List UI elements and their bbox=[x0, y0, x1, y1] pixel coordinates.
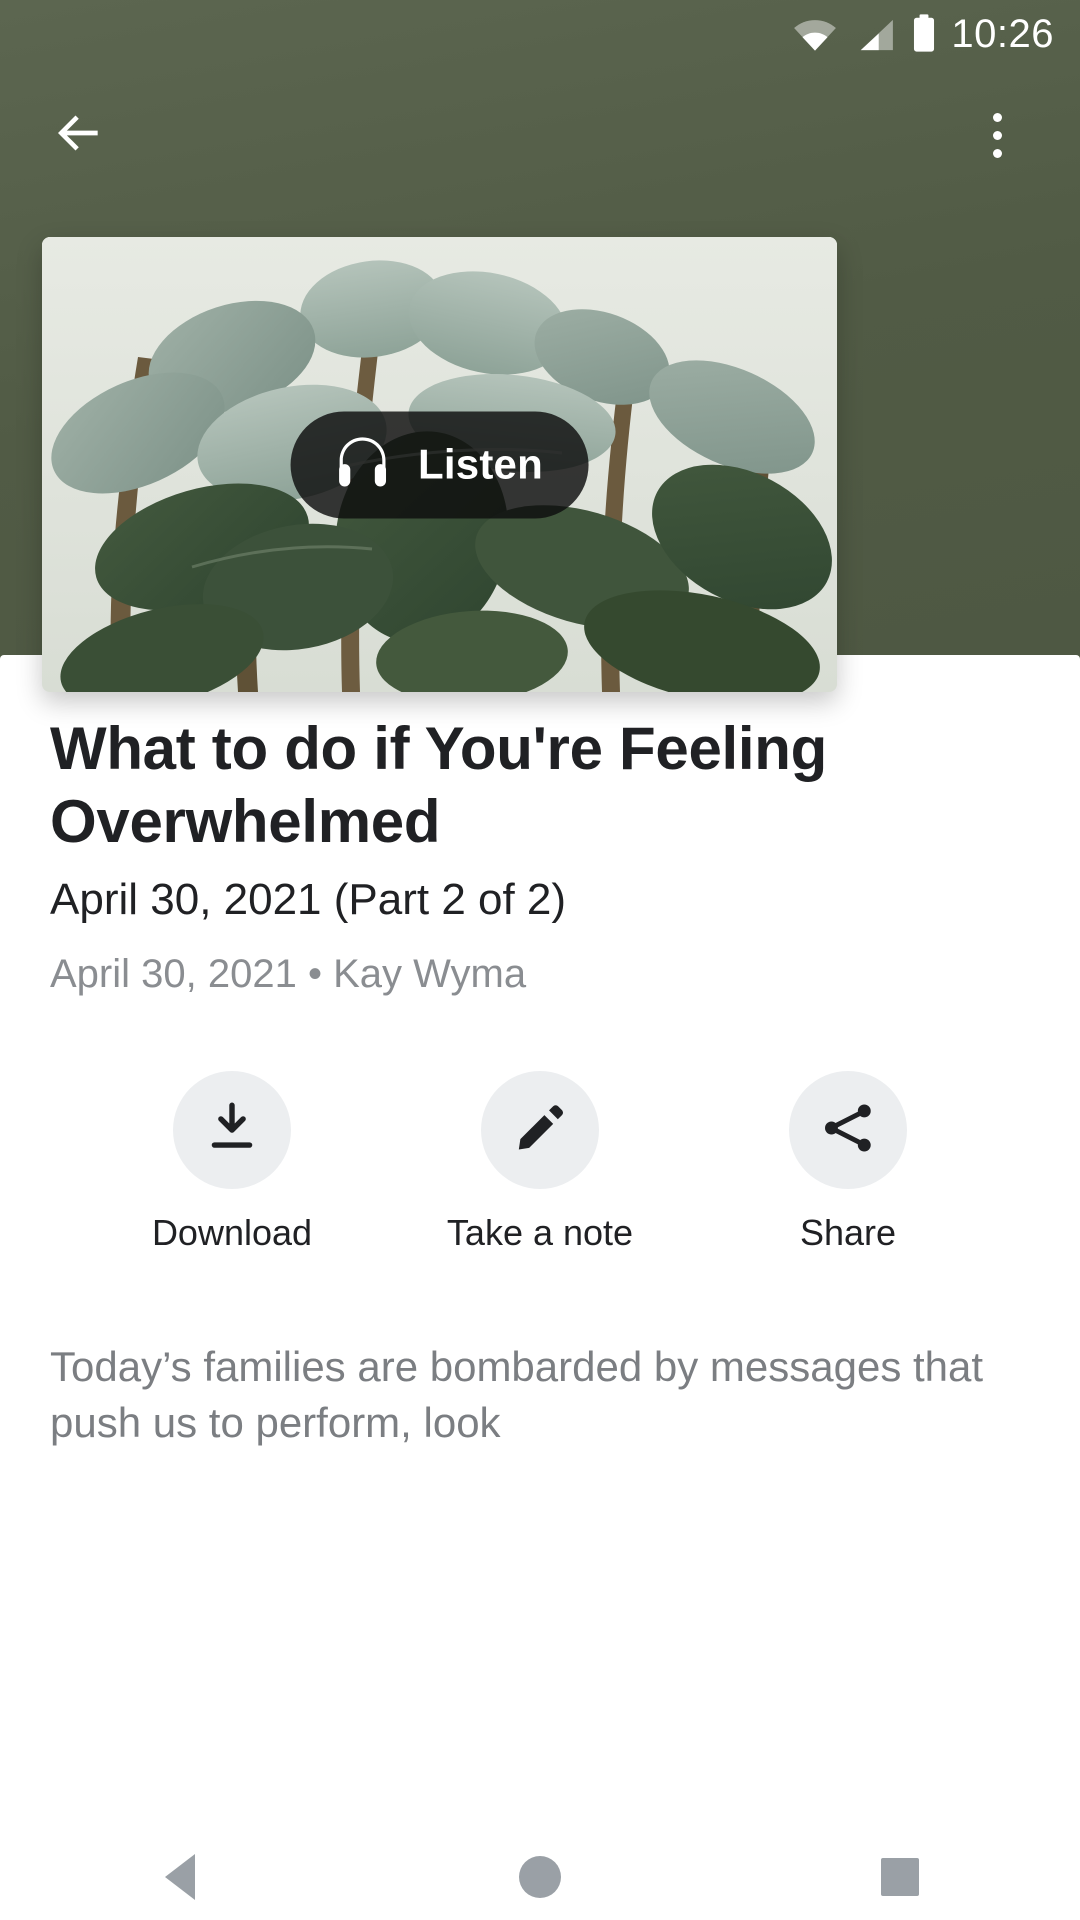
article-byline: April 30, 2021 • Kay Wyma bbox=[50, 952, 527, 997]
article-content: What to do if You're Feeling Overwhelmed… bbox=[0, 712, 1080, 1452]
app-bar bbox=[0, 70, 1080, 200]
share-icon bbox=[817, 1097, 879, 1164]
android-nav-bar bbox=[0, 1834, 1080, 1920]
back-button[interactable] bbox=[42, 98, 116, 172]
nav-recents-button[interactable] bbox=[835, 1834, 965, 1920]
pencil-icon bbox=[509, 1097, 571, 1164]
hero-image-card[interactable]: Listen bbox=[42, 237, 837, 692]
take-note-button[interactable] bbox=[481, 1071, 599, 1190]
listen-button[interactable]: Listen bbox=[290, 411, 589, 518]
nav-back-button[interactable] bbox=[115, 1834, 245, 1920]
download-button[interactable] bbox=[173, 1071, 291, 1190]
nav-home-icon bbox=[519, 1856, 561, 1898]
article-body: Today’s families are bombarded by messag… bbox=[0, 1339, 1080, 1452]
take-note-action[interactable]: Take a note bbox=[386, 1071, 694, 1254]
share-action[interactable]: Share bbox=[694, 1071, 1002, 1254]
download-icon bbox=[201, 1097, 263, 1164]
download-action[interactable]: Download bbox=[78, 1071, 386, 1254]
cell-signal-icon bbox=[853, 18, 895, 57]
battery-icon bbox=[911, 13, 937, 57]
article-title: What to do if You're Feeling Overwhelmed bbox=[50, 715, 827, 856]
share-button[interactable] bbox=[789, 1071, 907, 1190]
download-label: Download bbox=[151, 1212, 313, 1254]
nav-recents-icon bbox=[881, 1858, 919, 1896]
headphones-icon bbox=[330, 430, 394, 499]
more-vert-icon bbox=[992, 112, 1002, 158]
nav-back-icon bbox=[165, 1854, 195, 1900]
status-icons bbox=[793, 13, 937, 57]
nav-home-button[interactable] bbox=[475, 1834, 605, 1920]
take-note-label: Take a note bbox=[446, 1212, 634, 1254]
overflow-menu-button[interactable] bbox=[960, 98, 1034, 172]
action-row: Download Take a note Share bbox=[0, 1071, 1080, 1254]
article-body-paragraph: Today’s families are bombarded by messag… bbox=[50, 1342, 984, 1447]
wifi-icon bbox=[793, 18, 837, 57]
status-bar: 10:26 bbox=[0, 0, 1080, 70]
article-subtitle: April 30, 2021 (Part 2 of 2) bbox=[50, 875, 567, 925]
share-label: Share bbox=[799, 1212, 897, 1254]
listen-button-label: Listen bbox=[418, 440, 543, 488]
back-arrow-icon bbox=[51, 105, 107, 166]
status-bar-time: 10:26 bbox=[951, 12, 1054, 56]
article-screen: 10:26 Listen What to do if You're Feelin… bbox=[0, 0, 1080, 1920]
